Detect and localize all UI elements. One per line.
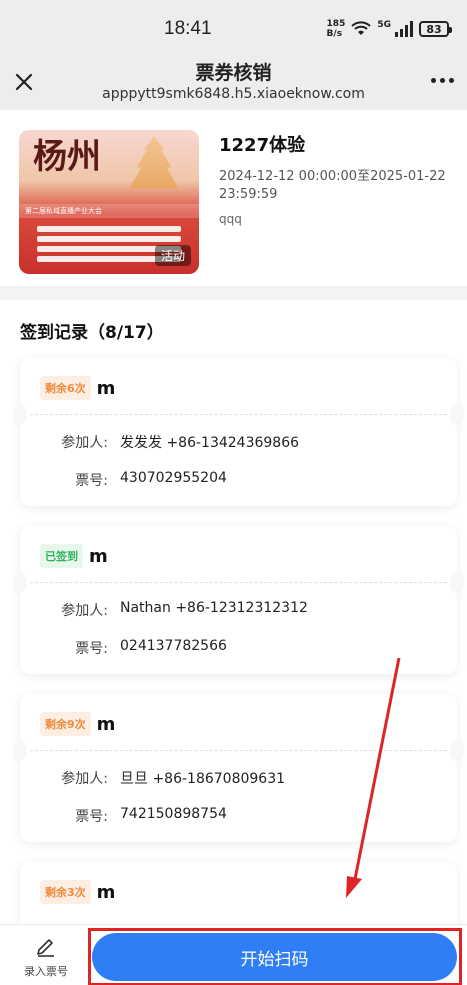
network-speed-value: 185	[326, 19, 346, 29]
battery-icon: 83	[419, 21, 452, 37]
status-badge: 剩余6次	[40, 376, 91, 400]
wifi-icon	[351, 21, 372, 35]
pencil-icon	[37, 939, 54, 957]
poster-title: 杨州	[33, 137, 101, 177]
participant-label: 参加人:	[61, 771, 108, 787]
ticket-head: 剩余6次 m	[40, 376, 115, 400]
event-name: 1227体验	[219, 135, 306, 156]
network-speed: 185 B/s	[327, 19, 346, 39]
event-time: 2024-12-12 00:00:00至2025-01-22 23:59:59	[219, 169, 446, 202]
checkin-records: 签到记录（8/17） 剩余6次 m 参加人: 发发发 +86-134243698…	[0, 300, 467, 940]
status-time: 18:41	[164, 18, 212, 39]
participant-row: 参加人: 发发发 +86-13424369866	[20, 432, 299, 452]
ticket-card[interactable]: 剩余6次 m 参加人: 发发发 +86-13424369866 票号: 4307…	[13, 358, 464, 506]
signal-icon	[395, 21, 413, 37]
participant-row: 参加人: 旦旦 +86-18670809631	[20, 768, 285, 788]
ticket-no-label: 票号:	[75, 641, 108, 657]
ticket-no-value: 024137782566	[120, 638, 227, 654]
nav-bar: 票券核销 apppytt9smk6848.h5.xiaoeknow.com	[0, 58, 467, 110]
ticket-no-row: 票号: 430702955204	[20, 470, 227, 490]
ticket-no-label: 票号:	[75, 809, 108, 825]
poster-tower-graphic	[129, 136, 179, 189]
ticket-type: m	[96, 881, 116, 903]
status-badge: 剩余9次	[40, 712, 91, 736]
participant-label: 参加人:	[61, 435, 108, 451]
ticket-divider	[30, 414, 447, 415]
status-icons: 185 B/s 5G 83	[327, 17, 452, 41]
ticket-type: m	[96, 377, 116, 399]
event-note: qqq	[219, 212, 242, 226]
status-badge: 剩余3次	[40, 880, 91, 904]
ticket-no-row: 票号: 024137782566	[20, 638, 227, 658]
battery-level: 83	[426, 22, 442, 36]
participant-value: 发发发 +86-13424369866	[120, 435, 300, 451]
ticket-head: 剩余9次 m	[40, 712, 115, 736]
poster-band: 第二届私域直播产业大会	[19, 204, 199, 218]
ticket-divider	[30, 750, 447, 751]
ticket-head: 已签到 m	[40, 544, 108, 568]
participant-value: 旦旦 +86-18670809631	[120, 771, 286, 787]
records-title: 签到记录（8/17）	[20, 323, 164, 343]
status-bar: 18:41 185 B/s 5G 83	[0, 0, 467, 58]
ticket-no-value: 430702955204	[120, 470, 227, 486]
participant-row: 参加人: Nathan +86-12312312312	[20, 600, 308, 620]
bottom-bar: 录入票号 开始扫码	[0, 924, 467, 985]
start-scan-button[interactable]: 开始扫码	[92, 933, 457, 981]
ticket-no-label: 票号:	[75, 473, 108, 489]
network-type: 5G	[377, 20, 391, 30]
page-title: 票券核销	[195, 62, 272, 84]
enter-ticket-label: 录入票号	[24, 965, 68, 978]
more-icon[interactable]	[431, 70, 457, 90]
ticket-divider	[30, 582, 447, 583]
enter-ticket-button[interactable]: 录入票号	[18, 935, 74, 981]
participant-value: Nathan +86-12312312312	[120, 600, 308, 616]
ticket-card[interactable]: 剩余9次 m 参加人: 旦旦 +86-18670809631 票号: 74215…	[13, 694, 464, 842]
status-badge: 已签到	[40, 544, 83, 568]
ticket-no-value: 742150898754	[120, 806, 227, 822]
ticket-type: m	[89, 545, 108, 567]
event-poster: 杨州 第二届私域直播产业大会 活动	[19, 130, 199, 274]
page-url: apppytt9smk6848.h5.xiaoeknow.com	[102, 86, 365, 102]
ticket-head: 剩余3次 m	[40, 880, 115, 904]
ticket-no-row: 票号: 742150898754	[20, 806, 227, 826]
network-speed-unit: B/s	[326, 29, 343, 39]
poster-tag: 活动	[154, 245, 191, 266]
ticket-card[interactable]: 已签到 m 参加人: Nathan +86-12312312312 票号: 02…	[13, 526, 464, 674]
ticket-type: m	[96, 713, 116, 735]
participant-label: 参加人:	[61, 603, 108, 619]
